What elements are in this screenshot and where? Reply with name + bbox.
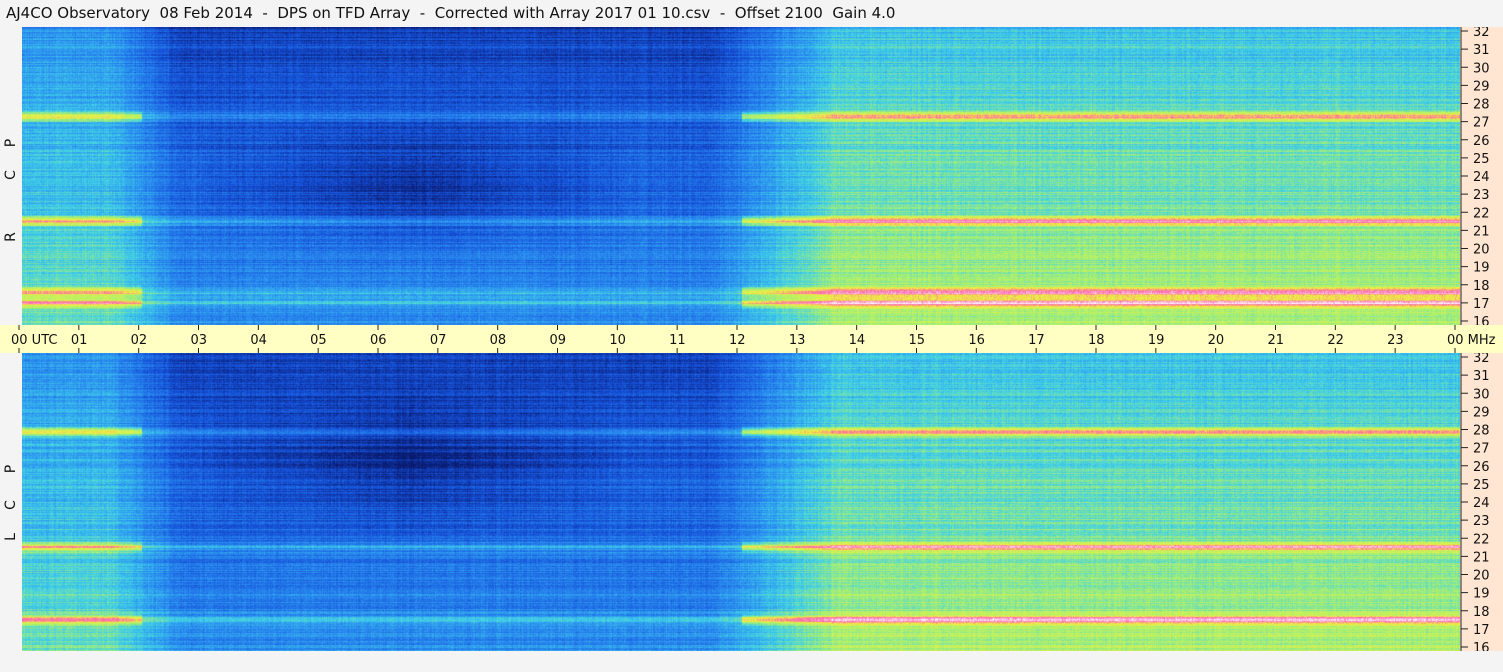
time-tick-label: 00 UTC (11, 333, 57, 348)
freq-tick-label: 28 (1473, 424, 1490, 439)
utc-time-axis-svg: 00 UTC 01 02 03 04 05 06 07 08 09 10 11 12 13 14 15 16 17… (11, 325, 1496, 353)
freq-tick-label: 21 (1473, 224, 1490, 239)
lcp-heatmap-canvas (22, 353, 1460, 651)
freq-tick-label: 25 (1473, 152, 1490, 167)
freq-tick-label: 23 (1473, 188, 1490, 203)
freq-tick-label: 16 (1473, 641, 1490, 651)
freq-tick-label: 28 (1473, 98, 1490, 113)
time-tick-label: 03 (191, 333, 208, 348)
freq-tick-label: 31 (1473, 369, 1490, 384)
freq-tick-label: 29 (1473, 405, 1490, 420)
time-tick-label: 05 (310, 333, 327, 348)
time-tick-label: 23 (1387, 333, 1404, 348)
polarization-label-letter: P (3, 138, 19, 148)
time-tick-label: 17 (1028, 333, 1045, 348)
time-tick-label: 00 MHz (1447, 333, 1496, 348)
freq-tick-label: 18 (1473, 279, 1490, 294)
freq-tick-label: 25 (1473, 478, 1490, 493)
time-tick-label: 08 (490, 333, 507, 348)
freq-tick-label: 32 (1473, 353, 1490, 366)
time-tick-label: 04 (250, 333, 267, 348)
freq-tick-label: 27 (1473, 116, 1490, 131)
lcp-frequency-axis-svg: 32 31 30 29 28 27 26 25 24 23 22 21 20 19 18 17 16 (1460, 353, 1490, 651)
time-tick-label: 20 (1208, 333, 1225, 348)
freq-tick-label: 18 (1473, 605, 1490, 620)
freq-tick-label: 16 (1473, 315, 1490, 325)
freq-tick-label: 23 (1473, 514, 1490, 529)
freq-tick-label: 22 (1473, 532, 1490, 547)
time-tick-label: 12 (729, 333, 746, 348)
top-left-strip: R C P (0, 27, 22, 325)
freq-tick-label: 19 (1473, 261, 1490, 276)
freq-tick-label: 27 (1473, 442, 1490, 457)
lcp-spectrogram (22, 353, 1460, 651)
polarization-label-letter: L (3, 533, 19, 541)
freq-tick-label: 26 (1473, 134, 1490, 149)
rcp-frequency-axis: 32 31 30 29 28 27 26 25 24 23 22 21 20 19 18 17 16 (1460, 27, 1503, 325)
freq-tick-label: 22 (1473, 206, 1490, 221)
freq-tick-label: 19 (1473, 587, 1490, 602)
lcp-frequency-axis: 32 31 30 29 28 27 26 25 24 23 22 21 20 19 18 17 16 (1460, 353, 1503, 651)
bottom-left-strip: L C P (0, 353, 22, 651)
utc-time-axis: 00 UTC 01 02 03 04 05 06 07 08 09 10 11 12 13 14 15 16 17… (0, 325, 1503, 353)
time-tick-label: 19 (1148, 333, 1165, 348)
freq-tick-label: 30 (1473, 61, 1490, 76)
polarization-label-letter: P (3, 464, 19, 474)
polarization-label-letter: C (3, 500, 19, 510)
freq-tick-label: 32 (1473, 27, 1490, 40)
freq-tick-label: 30 (1473, 387, 1490, 402)
time-tick-label: 15 (909, 333, 926, 348)
freq-tick-label: 17 (1473, 623, 1490, 638)
time-tick-label: 14 (849, 333, 866, 348)
time-tick-label: 01 (71, 333, 88, 348)
freq-tick-label: 24 (1473, 496, 1490, 511)
time-tick-label: 06 (370, 333, 387, 348)
freq-tick-label: 20 (1473, 243, 1490, 258)
time-tick-label: 09 (550, 333, 567, 348)
freq-tick-label: 20 (1473, 569, 1490, 584)
rcp-heatmap-canvas (22, 27, 1460, 325)
freq-tick-label: 26 (1473, 460, 1490, 475)
freq-tick-label: 31 (1473, 43, 1490, 58)
time-tick-label: 22 (1327, 333, 1344, 348)
time-tick-label: 18 (1088, 333, 1105, 348)
polarization-label-letter: R (3, 232, 19, 242)
freq-tick-label: 29 (1473, 79, 1490, 94)
chart-title: AJ4CO Observatory 08 Feb 2014 - DPS on T… (6, 4, 896, 22)
time-tick-label: 07 (430, 333, 447, 348)
time-tick-label: 10 (609, 333, 626, 348)
rcp-frequency-axis-svg: 32 31 30 29 28 27 26 25 24 23 22 21 20 19 18 17 16 (1460, 27, 1490, 325)
time-tick-label: 16 (968, 333, 985, 348)
time-tick-label: 13 (789, 333, 806, 348)
time-tick-label: 21 (1268, 333, 1285, 348)
freq-tick-label: 21 (1473, 550, 1490, 565)
time-tick-label: 11 (669, 333, 686, 348)
rcp-spectrogram (22, 27, 1460, 325)
freq-tick-label: 17 (1473, 297, 1490, 312)
polarization-label-letter: C (3, 170, 19, 180)
time-tick-label: 02 (131, 333, 148, 348)
freq-tick-label: 24 (1473, 170, 1490, 185)
